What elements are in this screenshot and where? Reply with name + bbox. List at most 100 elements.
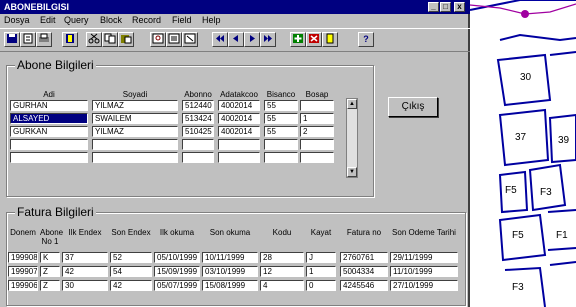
fatura-cell-ilk-okuma[interactable]: 05/07/1999 xyxy=(154,280,200,291)
map-parcel-label: F1 xyxy=(556,230,568,241)
fatura-cell-son-odeme-tarihi[interactable]: 29/11/1999 xyxy=(390,252,458,263)
copy-icon[interactable] xyxy=(102,32,118,47)
abone-cell-bisanco[interactable]: 55 xyxy=(264,100,298,111)
insert-record-icon[interactable] xyxy=(290,32,306,47)
fatura-cell-donem[interactable]: 199907 xyxy=(8,266,38,277)
fatura-cell-son-odeme-tarihi[interactable]: 11/10/1999 xyxy=(390,266,458,277)
menu-block[interactable]: Block xyxy=(100,14,122,27)
abone-cell-adi[interactable]: ALSAYED xyxy=(10,113,88,124)
abone-cell-adi[interactable] xyxy=(10,152,88,163)
abone-cell-abonno[interactable] xyxy=(182,152,214,163)
abone-caption: Abone Bilgileri xyxy=(15,58,96,72)
menu-field[interactable]: Field xyxy=(172,14,192,27)
help-book-icon[interactable] xyxy=(62,32,78,47)
abone-cell-adatakcoo[interactable]: 4002014 xyxy=(218,113,260,124)
close-button[interactable]: x xyxy=(454,2,465,12)
fatura-cell-abone-no[interactable]: K xyxy=(40,252,60,263)
next-record-icon[interactable] xyxy=(244,32,260,47)
toolbar: ? xyxy=(0,28,470,52)
fatura-cell-ilk-endex[interactable]: 37 xyxy=(62,252,108,263)
fatura-cell-fatura-no[interactable]: 5004334 xyxy=(340,266,388,277)
fatura-cell-son-endex[interactable]: 54 xyxy=(110,266,152,277)
fatura-cell-son-endex[interactable]: 52 xyxy=(110,252,152,263)
abone-cell-bosap[interactable] xyxy=(300,100,334,111)
fatura-cell-son-endex[interactable]: 42 xyxy=(110,280,152,291)
fatura-cell-ilk-endex[interactable]: 42 xyxy=(62,266,108,277)
prev-record-icon[interactable] xyxy=(228,32,244,47)
fatura-cell-kayat[interactable]: 0 xyxy=(306,280,336,291)
fatura-cell-kodu[interactable]: 28 xyxy=(260,252,304,263)
fatura-col-header-kodu: Kodu xyxy=(272,228,292,237)
help-icon[interactable]: ? xyxy=(358,32,374,47)
abone-cell-bosap[interactable]: 2 xyxy=(300,126,334,137)
fatura-cell-son-odeme-tarihi[interactable]: 27/10/1999 xyxy=(390,280,458,291)
menu-record[interactable]: Record xyxy=(132,14,161,27)
abone-scrollbar[interactable]: ▲ ▼ xyxy=(346,98,358,178)
menu-help[interactable]: Help xyxy=(202,14,221,27)
fatura-cell-ilk-okuma[interactable]: 05/10/1999 xyxy=(154,252,200,263)
abone-cell-adatakcoo[interactable]: 4002014 xyxy=(218,100,260,111)
map-parcel-label: F5 xyxy=(505,185,517,196)
abone-cell-bisanco[interactable] xyxy=(264,152,298,163)
abone-cell-bosap[interactable] xyxy=(300,152,334,163)
fatura-cell-kayat[interactable]: 1 xyxy=(306,266,336,277)
fatura-cell-kayat[interactable]: J xyxy=(306,252,336,263)
abone-cell-adatakcoo[interactable]: 4002014 xyxy=(218,126,260,137)
abone-cell-bisanco[interactable] xyxy=(264,139,298,150)
abone-cell-bosap[interactable]: 1 xyxy=(300,113,334,124)
fatura-cell-ilk-okuma[interactable]: 15/09/1999 xyxy=(154,266,200,277)
abone-cell-adi[interactable]: GURKAN xyxy=(10,126,88,137)
paste-icon[interactable] xyxy=(118,32,134,47)
abone-cell-bisanco[interactable]: 55 xyxy=(264,126,298,137)
menu-query[interactable]: Query xyxy=(64,14,89,27)
fatura-cell-donem[interactable]: 199908 xyxy=(8,252,38,263)
abone-cell-abonno[interactable]: 512440 xyxy=(182,100,214,111)
abone-cell-abonno[interactable]: 513424 xyxy=(182,113,214,124)
first-record-icon[interactable] xyxy=(212,32,228,47)
cikis-button[interactable]: Çıkış xyxy=(388,97,438,117)
abone-cell-soyadi[interactable]: SWAILEM xyxy=(92,113,178,124)
fatura-cell-fatura-no[interactable]: 4245546 xyxy=(340,280,388,291)
fatura-col-header-donem: Donem xyxy=(10,228,36,237)
fatura-cell-son-okuma[interactable]: 10/11/1999 xyxy=(202,252,258,263)
fatura-cell-kodu[interactable]: 12 xyxy=(260,266,304,277)
abone-cell-soyadi[interactable] xyxy=(92,152,178,163)
cut-icon[interactable] xyxy=(86,32,102,47)
fatura-cell-son-okuma[interactable]: 15/08/1999 xyxy=(202,280,258,291)
maximize-button[interactable]: □ xyxy=(440,2,451,12)
abone-cell-bosap[interactable] xyxy=(300,139,334,150)
minimize-button[interactable]: _ xyxy=(428,2,439,12)
exit-icon[interactable] xyxy=(20,32,36,47)
fatura-cell-fatura-no[interactable]: 2760761 xyxy=(340,252,388,263)
abone-cell-abonno[interactable]: 510425 xyxy=(182,126,214,137)
abone-cell-adi[interactable]: GURHAN xyxy=(10,100,88,111)
fatura-cell-donem[interactable]: 199906 xyxy=(8,280,38,291)
scroll-up-arrow[interactable]: ▲ xyxy=(347,99,357,109)
cancel-icon[interactable] xyxy=(182,32,198,47)
execute-icon[interactable] xyxy=(166,32,182,47)
fatura-cell-abone-no[interactable]: Z xyxy=(40,280,60,291)
fatura-cell-kodu[interactable]: 4 xyxy=(260,280,304,291)
abone-cell-adatakcoo[interactable] xyxy=(218,139,260,150)
lock-icon[interactable] xyxy=(322,32,338,47)
scroll-down-arrow[interactable]: ▼ xyxy=(347,167,357,177)
abone-cell-soyadi[interactable]: YILMAZ xyxy=(92,126,178,137)
save-icon[interactable] xyxy=(4,32,20,47)
menu-dosya[interactable]: Dosya xyxy=(4,14,30,27)
fatura-cell-abone-no[interactable]: Z xyxy=(40,266,60,277)
map-parcel-label: 39 xyxy=(558,135,570,146)
fatura-cell-son-okuma[interactable]: 03/10/1999 xyxy=(202,266,258,277)
abone-cell-bisanco[interactable]: 55 xyxy=(264,113,298,124)
abone-cell-abonno[interactable] xyxy=(182,139,214,150)
abone-cell-adatakcoo[interactable] xyxy=(218,152,260,163)
query-icon[interactable] xyxy=(150,32,166,47)
abone-cell-soyadi[interactable]: YILMAZ xyxy=(92,100,178,111)
menu-edit[interactable]: Edit xyxy=(40,14,56,27)
abone-cell-adi[interactable] xyxy=(10,139,88,150)
fatura-cell-ilk-endex[interactable]: 30 xyxy=(62,280,108,291)
abone-cell-soyadi[interactable] xyxy=(92,139,178,150)
last-record-icon[interactable] xyxy=(260,32,276,47)
title-bar[interactable]: ABONEBILGISI _ □ x xyxy=(0,0,470,14)
print-icon[interactable] xyxy=(36,32,52,47)
delete-record-icon[interactable] xyxy=(306,32,322,47)
